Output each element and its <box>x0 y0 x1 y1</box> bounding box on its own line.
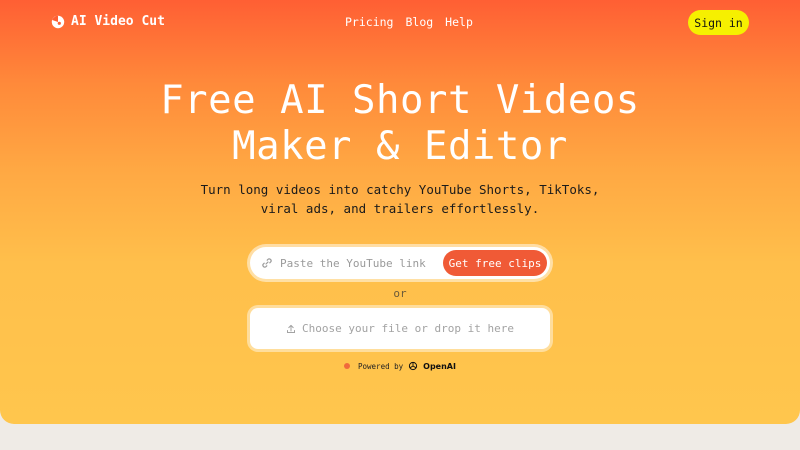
or-divider: or <box>393 287 407 300</box>
youtube-link-form: Get free clips <box>250 247 550 279</box>
sign-in-button[interactable]: Sign in <box>688 10 749 35</box>
powered-by-badge: Powered by OpenAI <box>0 361 800 371</box>
title-line-1: Free AI Short Videos <box>160 78 640 123</box>
title-line-2: Maker & Editor <box>232 124 568 169</box>
youtube-link-input[interactable] <box>280 256 440 270</box>
nav-help[interactable]: Help <box>445 15 473 29</box>
video-cut-logo-icon <box>51 15 65 28</box>
openai-logo-icon <box>409 361 418 371</box>
get-free-clips-button[interactable]: Get free clips <box>443 250 547 276</box>
page-subtitle: Turn long videos into catchy YouTube Sho… <box>0 180 800 218</box>
main-nav: Pricing Blog Help <box>345 15 473 29</box>
subtitle-line-2: viral ads, and trailers effortlessly. <box>260 201 540 216</box>
brand-link[interactable]: AI Video Cut <box>51 14 165 29</box>
brand-name: AI Video Cut <box>71 14 165 29</box>
file-drop-label: Choose your file or drop it here <box>302 322 514 335</box>
powered-by-prefix: Powered by <box>358 361 404 371</box>
upload-icon <box>287 324 296 333</box>
status-dot-icon <box>344 363 350 369</box>
hero-section: AI Video Cut Pricing Blog Help Sign in F… <box>0 0 800 424</box>
file-drop-zone[interactable]: Choose your file or drop it here <box>250 308 550 349</box>
page-title: Free AI Short Videos Maker & Editor <box>0 78 800 170</box>
nav-pricing[interactable]: Pricing <box>345 15 393 29</box>
link-icon <box>262 258 272 268</box>
powered-by-provider: OpenAI <box>423 361 456 371</box>
top-navigation-bar: AI Video Cut Pricing Blog Help Sign in <box>0 0 800 46</box>
subtitle-line-1: Turn long videos into catchy YouTube Sho… <box>200 182 600 197</box>
nav-blog[interactable]: Blog <box>405 15 433 29</box>
below-hero-section <box>0 424 800 450</box>
